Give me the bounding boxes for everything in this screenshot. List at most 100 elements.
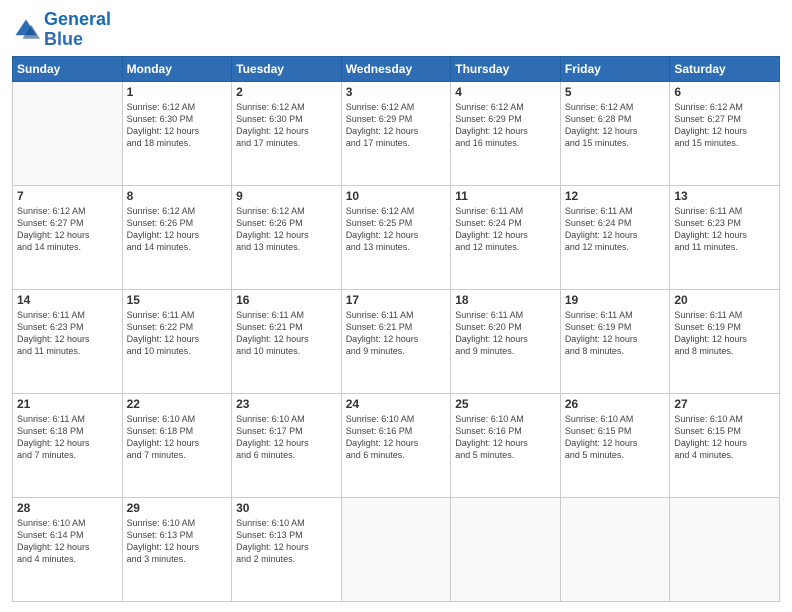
day-number: 18 bbox=[455, 293, 556, 307]
calendar-day-cell bbox=[13, 81, 123, 185]
day-number: 8 bbox=[127, 189, 228, 203]
calendar-day-cell: 16Sunrise: 6:11 AM Sunset: 6:21 PM Dayli… bbox=[232, 289, 342, 393]
calendar-day-cell: 1 Sunrise: 6:12 AM Sunset: 6:30 PM Daylig… bbox=[122, 81, 232, 185]
calendar-day-cell: 23 Sunrise: 6:10 AM Sunset: 6:17 PM Dayli… bbox=[232, 393, 342, 497]
day-number: 3 bbox=[346, 85, 447, 99]
logo-text: General Blue bbox=[44, 10, 111, 50]
day-number: 20 bbox=[674, 293, 775, 307]
calendar-header-cell: Wednesday bbox=[341, 56, 451, 81]
day-number: 2 bbox=[236, 85, 337, 99]
calendar-day-cell: 28 Sunrise: 6:10 AM Sunset: 6:14 PM Dayli… bbox=[13, 497, 123, 601]
calendar-day-cell bbox=[560, 497, 670, 601]
calendar-day-cell: 18 Sunrise: 6:11 AM Sunset: 6:20 PM Dayli… bbox=[451, 289, 561, 393]
calendar-header-cell: Saturday bbox=[670, 56, 780, 81]
calendar-day-cell: 30Sunrise: 6:10 AM Sunset: 6:13 PM Dayli… bbox=[232, 497, 342, 601]
day-info: Sunrise: 6:10 AM Sunset: 6:15 PM Dayligh… bbox=[565, 413, 666, 462]
day-info: Sunrise: 6:12 AM Sunset: 6:30 PM Dayligh… bbox=[127, 101, 228, 150]
calendar-day-cell: 3 Sunrise: 6:12 AM Sunset: 6:29 PM Daylig… bbox=[341, 81, 451, 185]
calendar-day-cell: 11 Sunrise: 6:11 AM Sunset: 6:24 PM Dayli… bbox=[451, 185, 561, 289]
day-info: Sunrise: 6:10 AM Sunset: 6:13 PM Dayligh… bbox=[127, 517, 228, 566]
calendar-header-cell: Thursday bbox=[451, 56, 561, 81]
day-number: 14 bbox=[17, 293, 118, 307]
day-number: 25 bbox=[455, 397, 556, 411]
calendar-day-cell: 22 Sunrise: 6:10 AM Sunset: 6:18 PM Dayli… bbox=[122, 393, 232, 497]
calendar-body: 1 Sunrise: 6:12 AM Sunset: 6:30 PM Daylig… bbox=[13, 81, 780, 601]
day-number: 13 bbox=[674, 189, 775, 203]
calendar-day-cell: 2Sunrise: 6:12 AM Sunset: 6:30 PM Daylig… bbox=[232, 81, 342, 185]
day-number: 27 bbox=[674, 397, 775, 411]
day-number: 23 bbox=[236, 397, 337, 411]
day-info: Sunrise: 6:12 AM Sunset: 6:27 PM Dayligh… bbox=[674, 101, 775, 150]
calendar-day-cell: 8 Sunrise: 6:12 AM Sunset: 6:26 PM Daylig… bbox=[122, 185, 232, 289]
header: General Blue bbox=[12, 10, 780, 50]
day-info: Sunrise: 6:12 AM Sunset: 6:28 PM Dayligh… bbox=[565, 101, 666, 150]
calendar-header-cell: Sunday bbox=[13, 56, 123, 81]
day-info: Sunrise: 6:12 AM Sunset: 6:26 PM Dayligh… bbox=[127, 205, 228, 254]
day-info: Sunrise: 6:11 AM Sunset: 6:23 PM Dayligh… bbox=[17, 309, 118, 358]
day-info: Sunrise: 6:11 AM Sunset: 6:23 PM Dayligh… bbox=[674, 205, 775, 254]
calendar-day-cell: 12Sunrise: 6:11 AM Sunset: 6:24 PM Dayli… bbox=[560, 185, 670, 289]
day-info: Sunrise: 6:12 AM Sunset: 6:29 PM Dayligh… bbox=[346, 101, 447, 150]
day-number: 22 bbox=[127, 397, 228, 411]
day-number: 9 bbox=[236, 189, 337, 203]
day-info: Sunrise: 6:10 AM Sunset: 6:14 PM Dayligh… bbox=[17, 517, 118, 566]
calendar-header-cell: Tuesday bbox=[232, 56, 342, 81]
day-info: Sunrise: 6:11 AM Sunset: 6:22 PM Dayligh… bbox=[127, 309, 228, 358]
day-info: Sunrise: 6:10 AM Sunset: 6:17 PM Dayligh… bbox=[236, 413, 337, 462]
day-info: Sunrise: 6:11 AM Sunset: 6:21 PM Dayligh… bbox=[346, 309, 447, 358]
day-info: Sunrise: 6:11 AM Sunset: 6:19 PM Dayligh… bbox=[565, 309, 666, 358]
calendar: SundayMondayTuesdayWednesdayThursdayFrid… bbox=[12, 56, 780, 602]
calendar-week-row: 7Sunrise: 6:12 AM Sunset: 6:27 PM Daylig… bbox=[13, 185, 780, 289]
calendar-day-cell: 25 Sunrise: 6:10 AM Sunset: 6:16 PM Dayli… bbox=[451, 393, 561, 497]
calendar-day-cell: 15 Sunrise: 6:11 AM Sunset: 6:22 PM Dayli… bbox=[122, 289, 232, 393]
day-info: Sunrise: 6:11 AM Sunset: 6:21 PM Dayligh… bbox=[236, 309, 337, 358]
calendar-day-cell: 4 Sunrise: 6:12 AM Sunset: 6:29 PM Daylig… bbox=[451, 81, 561, 185]
day-info: Sunrise: 6:12 AM Sunset: 6:25 PM Dayligh… bbox=[346, 205, 447, 254]
day-info: Sunrise: 6:11 AM Sunset: 6:20 PM Dayligh… bbox=[455, 309, 556, 358]
day-number: 28 bbox=[17, 501, 118, 515]
day-info: Sunrise: 6:12 AM Sunset: 6:29 PM Dayligh… bbox=[455, 101, 556, 150]
day-number: 19 bbox=[565, 293, 666, 307]
calendar-week-row: 14 Sunrise: 6:11 AM Sunset: 6:23 PM Dayli… bbox=[13, 289, 780, 393]
day-info: Sunrise: 6:11 AM Sunset: 6:24 PM Dayligh… bbox=[455, 205, 556, 254]
day-number: 17 bbox=[346, 293, 447, 307]
day-number: 21 bbox=[17, 397, 118, 411]
page: General Blue SundayMondayTuesdayWednesda… bbox=[0, 0, 792, 612]
calendar-day-cell: 27 Sunrise: 6:10 AM Sunset: 6:15 PM Dayli… bbox=[670, 393, 780, 497]
day-number: 4 bbox=[455, 85, 556, 99]
day-number: 5 bbox=[565, 85, 666, 99]
day-number: 30 bbox=[236, 501, 337, 515]
day-info: Sunrise: 6:10 AM Sunset: 6:16 PM Dayligh… bbox=[455, 413, 556, 462]
calendar-day-cell: 13 Sunrise: 6:11 AM Sunset: 6:23 PM Dayli… bbox=[670, 185, 780, 289]
day-number: 29 bbox=[127, 501, 228, 515]
calendar-day-cell: 14 Sunrise: 6:11 AM Sunset: 6:23 PM Dayli… bbox=[13, 289, 123, 393]
calendar-header-cell: Friday bbox=[560, 56, 670, 81]
calendar-day-cell: 7Sunrise: 6:12 AM Sunset: 6:27 PM Daylig… bbox=[13, 185, 123, 289]
calendar-header-row: SundayMondayTuesdayWednesdayThursdayFrid… bbox=[13, 56, 780, 81]
day-number: 12 bbox=[565, 189, 666, 203]
day-number: 7 bbox=[17, 189, 118, 203]
calendar-day-cell bbox=[451, 497, 561, 601]
calendar-day-cell: 19 Sunrise: 6:11 AM Sunset: 6:19 PM Dayli… bbox=[560, 289, 670, 393]
day-number: 15 bbox=[127, 293, 228, 307]
calendar-week-row: 1 Sunrise: 6:12 AM Sunset: 6:30 PM Daylig… bbox=[13, 81, 780, 185]
day-info: Sunrise: 6:11 AM Sunset: 6:19 PM Dayligh… bbox=[674, 309, 775, 358]
day-number: 10 bbox=[346, 189, 447, 203]
day-number: 26 bbox=[565, 397, 666, 411]
day-info: Sunrise: 6:11 AM Sunset: 6:18 PM Dayligh… bbox=[17, 413, 118, 462]
calendar-day-cell: 21 Sunrise: 6:11 AM Sunset: 6:18 PM Dayli… bbox=[13, 393, 123, 497]
day-number: 1 bbox=[127, 85, 228, 99]
calendar-day-cell: 29 Sunrise: 6:10 AM Sunset: 6:13 PM Dayli… bbox=[122, 497, 232, 601]
calendar-day-cell bbox=[670, 497, 780, 601]
day-number: 11 bbox=[455, 189, 556, 203]
calendar-day-cell: 24Sunrise: 6:10 AM Sunset: 6:16 PM Dayli… bbox=[341, 393, 451, 497]
day-number: 6 bbox=[674, 85, 775, 99]
calendar-day-cell bbox=[341, 497, 451, 601]
day-info: Sunrise: 6:10 AM Sunset: 6:18 PM Dayligh… bbox=[127, 413, 228, 462]
calendar-week-row: 28 Sunrise: 6:10 AM Sunset: 6:14 PM Dayli… bbox=[13, 497, 780, 601]
calendar-day-cell: 5 Sunrise: 6:12 AM Sunset: 6:28 PM Daylig… bbox=[560, 81, 670, 185]
day-info: Sunrise: 6:10 AM Sunset: 6:15 PM Dayligh… bbox=[674, 413, 775, 462]
calendar-day-cell: 10 Sunrise: 6:12 AM Sunset: 6:25 PM Dayli… bbox=[341, 185, 451, 289]
calendar-day-cell: 6 Sunrise: 6:12 AM Sunset: 6:27 PM Daylig… bbox=[670, 81, 780, 185]
logo-icon bbox=[12, 16, 40, 44]
